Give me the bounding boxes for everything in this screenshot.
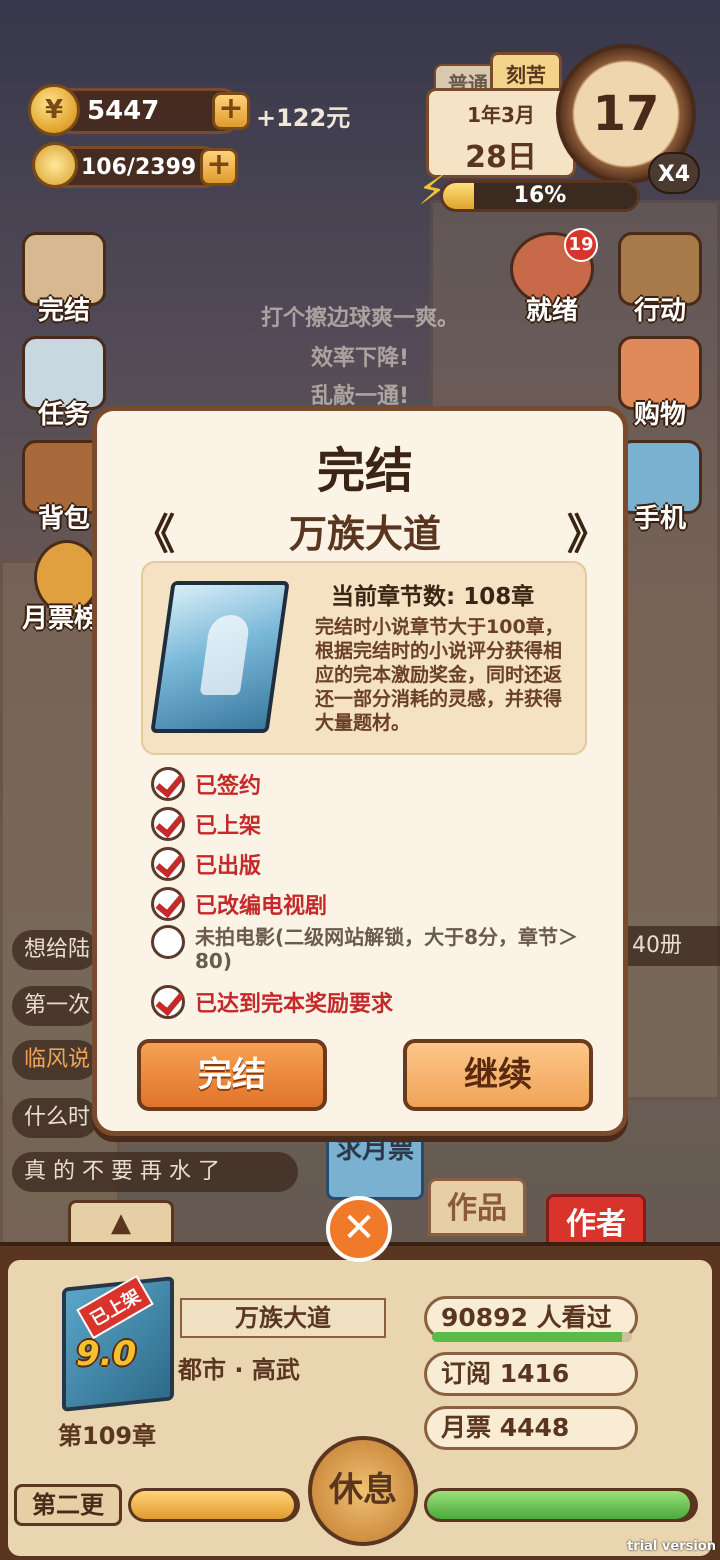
- hero-silhouette: [199, 615, 251, 695]
- chat-line: 临风说: [12, 1040, 98, 1080]
- condition-text: 已出版: [195, 854, 262, 879]
- energy-percent: 16%: [513, 183, 567, 208]
- inspiration-value: 106/2399: [81, 154, 197, 180]
- chat-line: 第一次: [12, 986, 98, 1026]
- checkbox-checked-icon: [151, 807, 185, 841]
- tab-author[interactable]: 作者: [546, 1194, 646, 1246]
- chapter-count: 当前章节数: 108章: [331, 584, 535, 610]
- floating-message: 效率下降!: [310, 346, 410, 371]
- watermark-text: trial version: [627, 1539, 716, 1554]
- condition-row: 已改编电视剧: [151, 885, 327, 923]
- views-progress: [432, 1332, 632, 1342]
- condition-row: 已出版: [151, 845, 261, 883]
- add-inspiration-button[interactable]: +: [200, 148, 238, 186]
- novel-genre: 都市 · 高武: [178, 1356, 300, 1384]
- ready-count-badge: 19: [564, 228, 598, 262]
- monthly-tickets-stat: 月票 4448: [424, 1406, 638, 1450]
- chat-line: 什么时: [12, 1098, 98, 1138]
- checkbox-checked-icon: [151, 985, 185, 1019]
- day: 28日: [465, 140, 537, 175]
- book-score: 9.0: [76, 1334, 137, 1374]
- condition-text: 未拍电影(二级网站解锁，大于8分，章节＞80): [195, 925, 579, 973]
- condition-text: 已上架: [195, 814, 262, 839]
- novel-cover-image: [150, 581, 290, 733]
- calendar-card: 1年3月 28日: [426, 88, 576, 178]
- condition-row: 未拍电影(二级网站解锁，大于8分，章节＞80): [151, 925, 615, 977]
- novel-title-banner: 万族大道: [180, 1298, 386, 1338]
- second-update-button[interactable]: 第二更: [14, 1484, 122, 1526]
- expand-up-button[interactable]: ▲: [68, 1200, 174, 1246]
- checkbox-empty-icon: [151, 925, 185, 959]
- condition-row: 已签约: [151, 765, 261, 803]
- condition-text: 已改编电视剧: [195, 894, 328, 919]
- current-chapter: 第109章: [58, 1422, 157, 1450]
- chat-line: 真 的 不 要 再 水 了: [12, 1152, 298, 1192]
- novel-name: 万族大道: [288, 512, 441, 556]
- close-dialog-button[interactable]: ✕: [326, 1196, 392, 1262]
- speed-button[interactable]: X4: [648, 152, 700, 194]
- floating-message: 打个擦边球爽一爽。: [260, 306, 459, 331]
- checkbox-checked-icon: [151, 887, 185, 921]
- finish-description: 完结时小说章节大于100章，根据完结时的小说评分获得相应的完本激励奖金，同时还返…: [315, 616, 564, 734]
- condition-row: 已上架: [151, 805, 261, 843]
- lightning-icon[interactable]: ⚡: [418, 168, 446, 214]
- subscriptions-stat: 订阅 1416: [424, 1352, 638, 1396]
- energy-bar: 16%: [440, 180, 640, 212]
- chat-line: 想给陆: [12, 930, 98, 970]
- coin-bonus-text: +122元: [256, 104, 351, 132]
- lightbulb-icon: [32, 142, 78, 188]
- views-progress-fill: [432, 1332, 622, 1342]
- chevron-up-icon: ▲: [111, 1208, 131, 1238]
- condition-text: 已签约: [195, 774, 262, 799]
- checkbox-checked-icon: [151, 847, 185, 881]
- volume-count-text: 40册: [628, 926, 720, 966]
- ask-ticket-button[interactable]: 求月票: [326, 1132, 424, 1200]
- finish-button[interactable]: 完结: [137, 1039, 327, 1111]
- condition-text: 已达到完本奖励要求: [195, 992, 394, 1017]
- year-month: 1年3月: [467, 103, 535, 127]
- writing-progress-bar: [128, 1488, 300, 1522]
- novel-info-box: 当前章节数: 108章 完结时小说章节大于100章，根据完结时的小说评分获得相应…: [141, 561, 587, 755]
- coins-value: 5447: [87, 96, 160, 126]
- checkbox-checked-icon: [151, 767, 185, 801]
- condition-row: 已达到完本奖励要求: [151, 983, 393, 1021]
- writing-progress-fill: [131, 1491, 294, 1519]
- add-coins-button[interactable]: +: [212, 92, 250, 130]
- energy-progress-fill: [427, 1491, 690, 1519]
- rest-button[interactable]: 休息: [308, 1436, 418, 1546]
- close-icon: ✕: [342, 1205, 376, 1251]
- energy-progress-bar: [424, 1488, 698, 1522]
- dialog-title: 完结: [316, 443, 413, 499]
- coin-icon: ¥: [28, 84, 80, 136]
- tab-works[interactable]: 作品: [428, 1178, 526, 1236]
- continue-button[interactable]: 继续: [403, 1039, 593, 1111]
- finish-novel-dialog: 完结 《 》 万族大道 当前章节数: 108章 完结时小说章节大于100章，根据…: [92, 406, 628, 1136]
- clock-value: 17: [592, 86, 660, 142]
